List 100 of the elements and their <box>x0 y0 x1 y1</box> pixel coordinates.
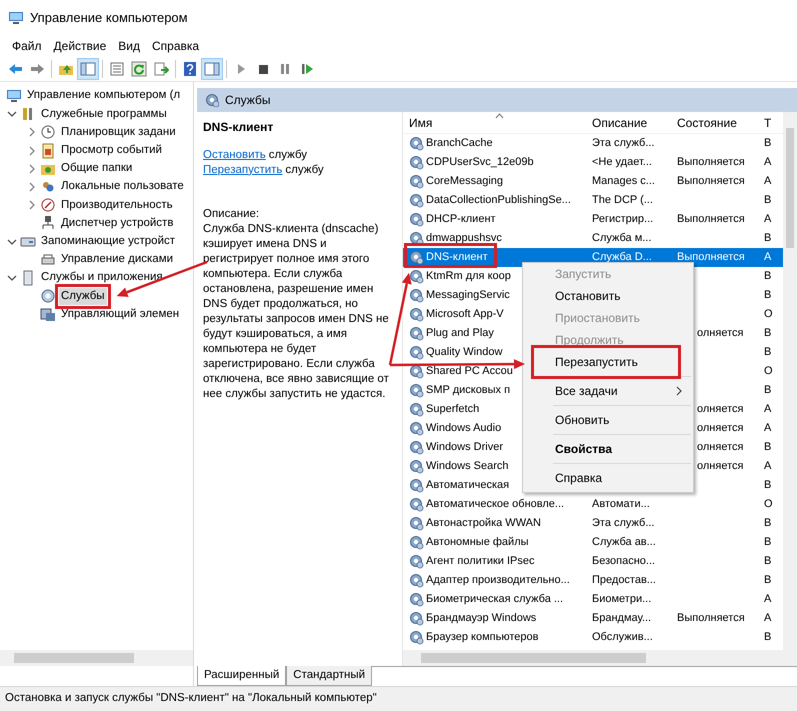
computer-icon <box>8 10 24 26</box>
service-name: DataCollectionPublishingSe... <box>426 193 571 208</box>
menu-item[interactable]: Справка <box>523 467 693 489</box>
action-text: службу <box>285 162 324 178</box>
tree-item[interactable]: Управление дисками <box>59 251 176 268</box>
menu-item[interactable]: Вид <box>112 37 146 55</box>
component-icon <box>40 306 56 322</box>
service-description: Служба м... <box>592 232 652 244</box>
service-startup: А <box>764 403 772 416</box>
service-startup: А <box>764 422 772 434</box>
horizontal-scrollbar[interactable] <box>403 650 797 666</box>
action-link[interactable]: Перезапустить <box>203 162 282 178</box>
chevron-icon[interactable] <box>27 127 37 138</box>
column-header[interactable]: Т <box>761 114 781 132</box>
action-link[interactable]: Остановить <box>203 148 266 163</box>
view-tab[interactable]: Расширенный <box>197 666 286 686</box>
service-startup: В <box>764 441 772 454</box>
service-startup: В <box>764 517 772 530</box>
service-description: Обслужив... <box>592 631 653 644</box>
service-startup: А <box>764 593 772 606</box>
gear-icon <box>205 93 219 107</box>
service-description: Предостав... <box>592 574 656 586</box>
menu-item[interactable]: Обновить <box>523 409 693 431</box>
gear-icon <box>409 516 424 531</box>
chevron-icon[interactable] <box>27 182 37 192</box>
chevron-icon[interactable] <box>27 146 37 156</box>
menu-item[interactable]: Свойства <box>523 438 693 460</box>
description-label: Описание: <box>203 207 260 222</box>
clock-icon <box>40 124 56 140</box>
service-description: Регистрир... <box>592 213 654 226</box>
service-name: Брандмауэр Windows <box>426 611 536 626</box>
service-status: олняется <box>697 327 744 340</box>
service-startup: В <box>764 289 772 302</box>
console-tree-icon[interactable] <box>77 58 99 80</box>
service-name: SMP дисковых п <box>426 383 510 398</box>
chevron-icon[interactable] <box>7 109 17 120</box>
service-name: Автоматическая <box>426 478 510 494</box>
description-text: Служба DNS-клиента (dnscache) кэширует имена DNS и регистрирует полное имя этого компьютера. Если служба остановлена, разрешение имен DNS будет продолжаться, но результаты запросов имен DNS не будут кэшироваться, а имя компьютера не будет зарегистрировано. Если служба отключена, все явно зависящие от нее службы запустить не удастся. <box>203 222 390 402</box>
service-startup: В <box>764 194 772 206</box>
horizontal-scrollbar[interactable] <box>0 650 193 666</box>
service-description: The DCP (... <box>592 194 653 206</box>
service-startup: А <box>764 612 772 624</box>
tree-item[interactable]: Диспетчер устройств <box>59 214 176 232</box>
tree-item[interactable]: Общие папки <box>59 160 134 178</box>
menu-item[interactable]: Все задачи <box>523 380 693 402</box>
service-startup: В <box>764 631 772 644</box>
gear-icon <box>409 136 424 151</box>
service-startup: В <box>764 232 772 244</box>
column-header[interactable]: Описание <box>588 114 673 132</box>
service-name: Windows Search <box>426 459 509 474</box>
service-startup: В <box>764 555 772 568</box>
service-description: Брандмау... <box>592 612 652 624</box>
service-name: DHCP-клиент <box>426 212 496 228</box>
gear-icon <box>409 383 424 398</box>
service-name: Автономные файлы <box>426 535 529 550</box>
service-status: Выполняется <box>677 251 745 264</box>
menu-item[interactable]: Справка <box>146 37 206 55</box>
service-startup: В <box>764 137 772 150</box>
tree-item[interactable]: Службы и приложения <box>39 269 165 287</box>
vertical-scrollbar[interactable] <box>783 112 797 650</box>
gear-icon <box>409 459 424 474</box>
tree-item[interactable]: Планировщик задани <box>59 124 178 142</box>
gear-icon <box>40 288 56 304</box>
service-status: Выполняется <box>677 213 745 226</box>
chevron-icon[interactable] <box>27 164 37 174</box>
menu-item[interactable]: Действие <box>48 37 112 55</box>
menu-item[interactable]: Остановить <box>523 285 693 307</box>
tree-item[interactable]: Управляющий элемен <box>59 306 182 323</box>
tree-item[interactable]: Службы <box>59 288 107 305</box>
tree-item[interactable]: Управление компьютером (л <box>25 87 182 105</box>
column-header[interactable]: Состояние <box>673 114 761 132</box>
service-startup: О <box>764 365 773 378</box>
tree-item[interactable]: Просмотр событий <box>59 142 164 160</box>
chevron-icon[interactable] <box>7 272 17 283</box>
view-tab[interactable]: Стандартный <box>286 666 372 686</box>
service-name: Биометрическая служба ... <box>426 592 564 608</box>
gear-icon <box>409 345 424 360</box>
service-status: олняется <box>697 460 744 472</box>
tree-item[interactable]: Локальные пользовате <box>59 178 186 196</box>
menu-item[interactable]: Перезапустить <box>523 351 693 373</box>
service-status: олняется <box>697 403 744 416</box>
gear-icon <box>409 212 424 227</box>
service-name: Windows Driver <box>426 440 504 456</box>
tree-item[interactable]: Служебные программы <box>39 106 169 123</box>
column-header[interactable]: Имя <box>403 114 588 132</box>
service-title: DNS-клиент <box>203 120 274 136</box>
tree-item[interactable]: Производительность <box>59 196 175 214</box>
service-name: Plug and Play <box>426 326 494 342</box>
service-startup: В <box>764 384 772 396</box>
service-startup: А <box>764 213 772 226</box>
action-pane-icon[interactable] <box>201 58 223 80</box>
menu-item[interactable]: Файл <box>6 37 48 55</box>
tree-item[interactable]: Запоминающие устройст <box>39 232 178 250</box>
gear-icon <box>409 402 424 417</box>
service-name: Адаптер производительно... <box>426 573 570 588</box>
chevron-icon[interactable] <box>7 236 17 247</box>
gear-icon <box>409 174 424 189</box>
chevron-icon[interactable] <box>27 200 37 210</box>
action-text: службу <box>268 148 308 163</box>
service-name: Браузер компьютеров <box>426 630 538 646</box>
